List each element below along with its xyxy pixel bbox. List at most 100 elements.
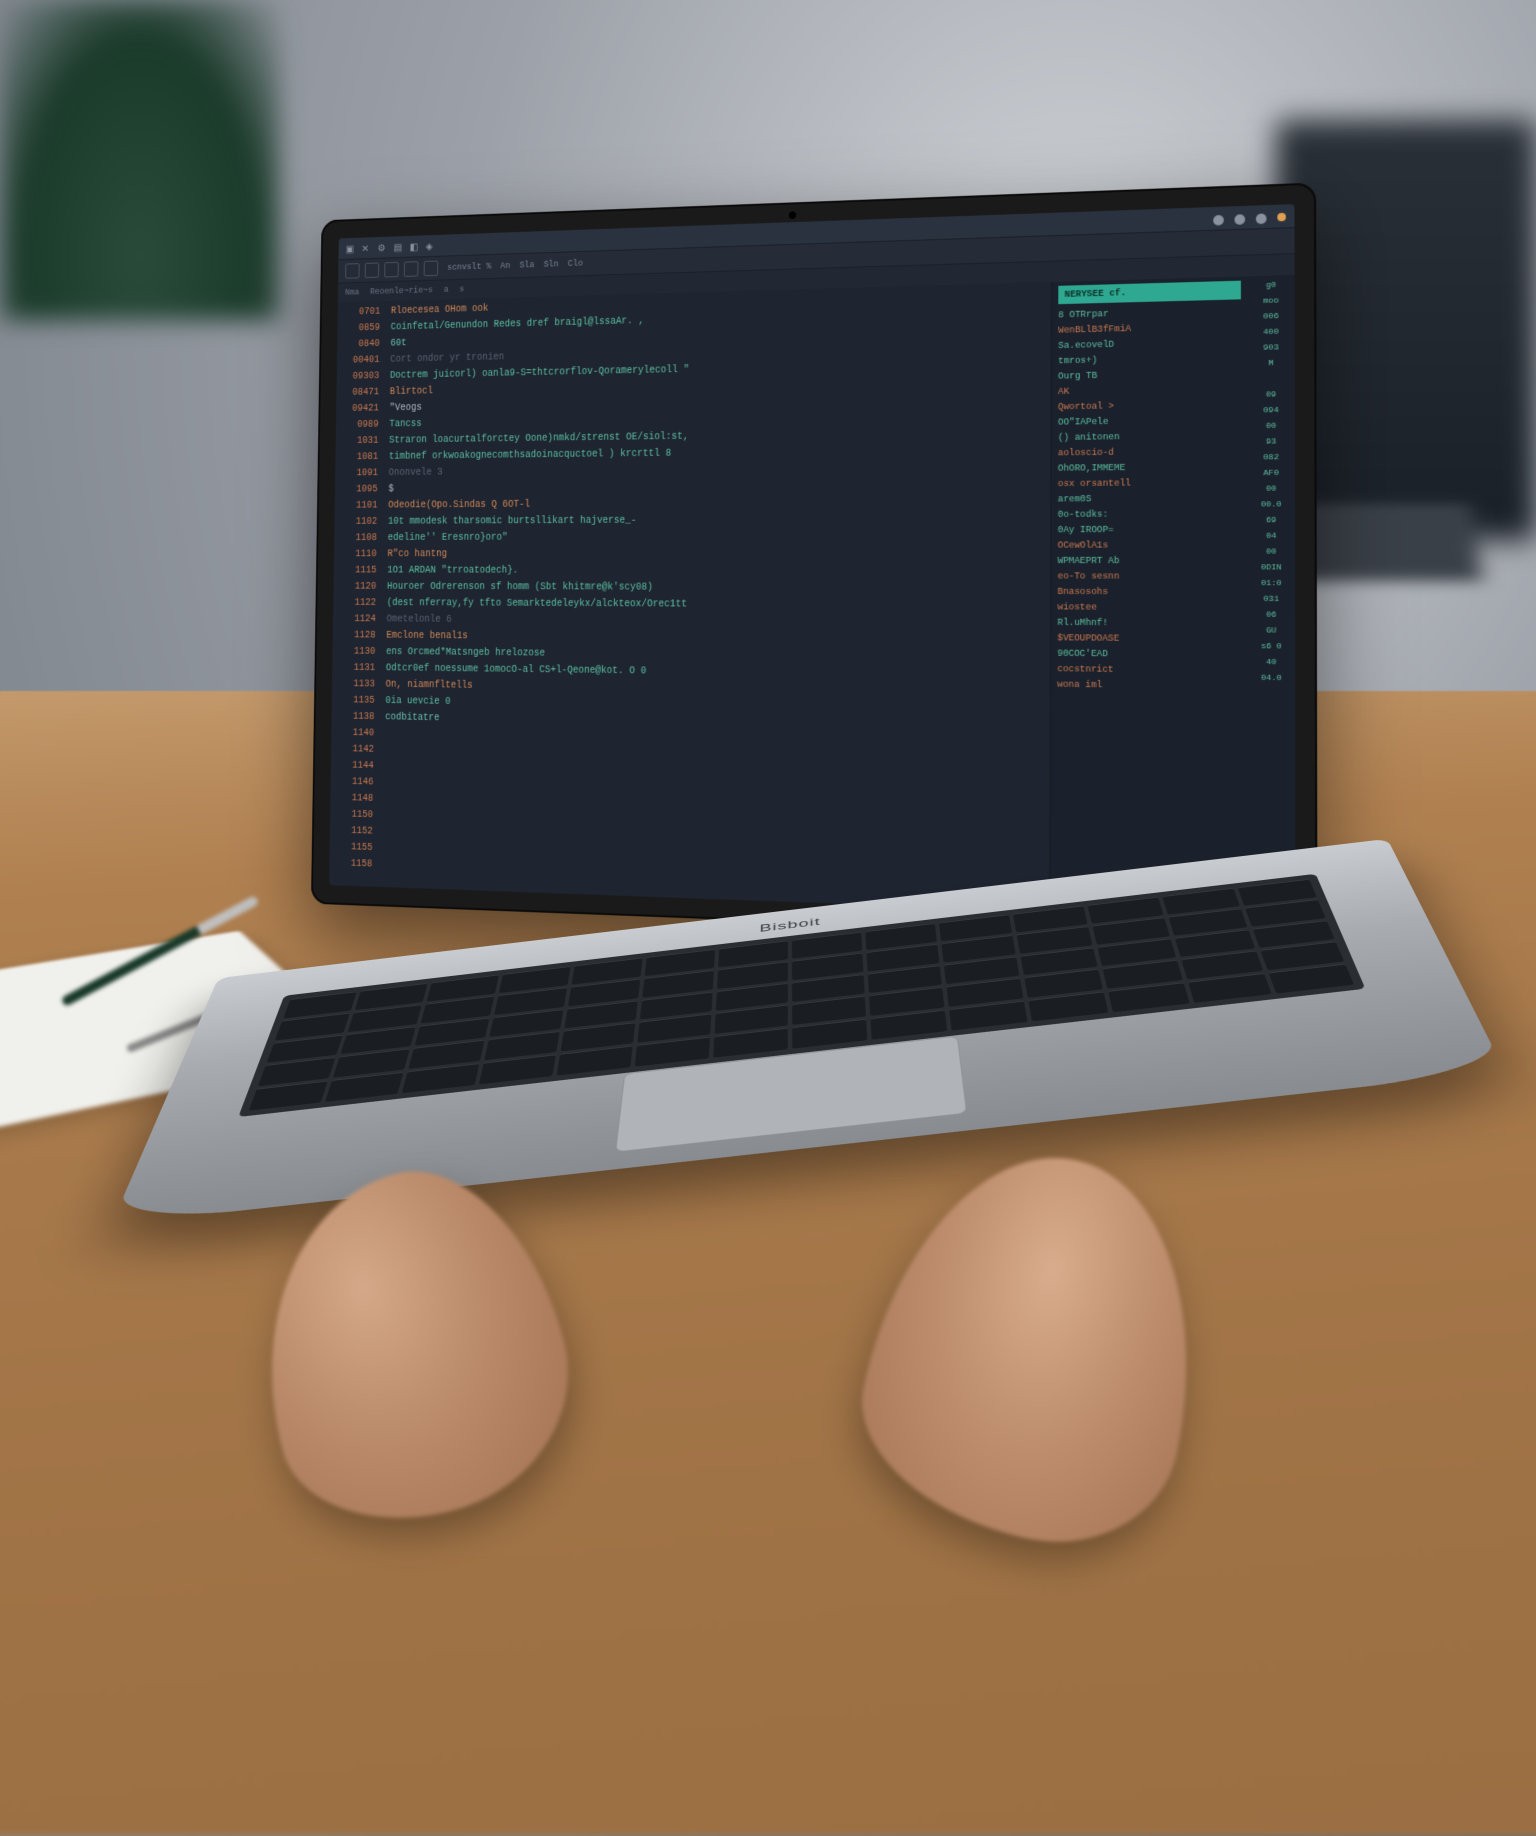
panel-line: Rl.uMhnf! bbox=[1057, 616, 1241, 633]
line-number: 1095 bbox=[338, 483, 377, 499]
titlebar-icon-group: ▣ ✕ ⚙ ▤ ◧ ◈ bbox=[346, 241, 435, 254]
wifi-icon bbox=[1256, 213, 1267, 224]
menu-item[interactable]: An bbox=[500, 259, 510, 273]
editor-window: ▣ ✕ ⚙ ▤ ◧ ◈ scnvslt % An bbox=[329, 204, 1295, 920]
panel-badge: 04.0 bbox=[1250, 672, 1293, 688]
panel-line: 0Ay IROOP= bbox=[1058, 523, 1241, 539]
line-number: 1142 bbox=[335, 742, 375, 759]
panel-line: eo-To sesnn bbox=[1058, 570, 1242, 586]
panel-badge: 094 bbox=[1250, 405, 1293, 421]
panel-main-column: NERYSEE cf. 8 OTRrparWenBLlB3fFmiASa.eco… bbox=[1050, 276, 1247, 918]
panel-line: $VEOUPDOASE bbox=[1057, 631, 1241, 648]
diamond-icon[interactable]: ◈ bbox=[426, 241, 435, 251]
line-number: 1091 bbox=[339, 467, 378, 484]
tab[interactable]: Nma bbox=[345, 286, 360, 300]
panel-badge-column: g0moo006400903M090940093082AF00000.06904… bbox=[1247, 275, 1295, 920]
panel-badge: 00 bbox=[1250, 483, 1293, 499]
line-number: 1150 bbox=[334, 807, 374, 824]
menu-item[interactable]: Sln bbox=[543, 257, 558, 271]
panel-line: aoloscio-d bbox=[1058, 444, 1241, 462]
line-number: 1115 bbox=[337, 564, 376, 580]
code-line: 10t mmodesk tharsomic burtsllikart hajve… bbox=[388, 512, 1042, 532]
panel-badge: moo bbox=[1249, 295, 1292, 312]
panel-badge: 031 bbox=[1250, 594, 1293, 610]
line-number: 1155 bbox=[333, 840, 373, 858]
panel-line: OhORO,IMMEME bbox=[1058, 460, 1241, 477]
toolbar-button[interactable] bbox=[404, 261, 419, 277]
menu-item[interactable]: Sla bbox=[519, 258, 534, 272]
line-number: 1128 bbox=[336, 629, 375, 646]
panel-badge: 00 bbox=[1250, 420, 1293, 436]
line-number: 0989 bbox=[339, 418, 378, 435]
line-number: 1120 bbox=[337, 580, 376, 596]
panel-badge: 00.0 bbox=[1250, 499, 1293, 515]
panel-badge: 006 bbox=[1249, 311, 1292, 328]
notification-dot bbox=[1277, 213, 1286, 222]
close-icon[interactable]: ✕ bbox=[362, 243, 371, 253]
line-number: 1102 bbox=[338, 515, 377, 531]
panel-badge: 0DIN bbox=[1250, 562, 1293, 578]
panel-badge: g0 bbox=[1249, 279, 1292, 296]
panel-badge: 69 bbox=[1250, 515, 1293, 531]
tab[interactable]: a bbox=[444, 283, 449, 297]
line-number: 08471 bbox=[340, 386, 379, 403]
line-number: 1131 bbox=[336, 661, 375, 678]
code-line: edeline'' Eresnro}oro" bbox=[388, 529, 1043, 547]
panel-badge: 93 bbox=[1250, 436, 1293, 452]
photo-scene: ▣ ✕ ⚙ ▤ ◧ ◈ scnvslt % An bbox=[0, 0, 1536, 1536]
line-number-gutter: 0701085908400040109303084710942109891031… bbox=[329, 301, 384, 887]
panel-badge: 06 bbox=[1250, 609, 1293, 625]
webcam bbox=[788, 210, 798, 220]
code-area[interactable]: Rloecesea OHom ookCoinfetal/Genundon Red… bbox=[376, 282, 1052, 911]
line-number: 1158 bbox=[333, 856, 373, 874]
line-number: 0701 bbox=[341, 305, 380, 322]
panel-badge: 09 bbox=[1250, 389, 1293, 405]
code-line: 1O1 ARDAN "trroatodech}. bbox=[387, 564, 1042, 582]
line-number: 1110 bbox=[337, 548, 376, 564]
panel-line: wiostee bbox=[1057, 601, 1241, 618]
panel-line: wona iml bbox=[1057, 678, 1241, 696]
gear-icon[interactable]: ⚙ bbox=[378, 242, 387, 252]
window-icon[interactable]: ▣ bbox=[346, 244, 355, 254]
panel-badge: 01:0 bbox=[1250, 578, 1293, 594]
list-icon[interactable]: ▤ bbox=[394, 242, 403, 252]
panel-line: osx orsantell bbox=[1058, 476, 1241, 493]
side-panel: NERYSEE cf. 8 OTRrparWenBLlB3fFmiASa.eco… bbox=[1049, 275, 1295, 920]
line-number: 0859 bbox=[341, 321, 380, 338]
line-number: 1031 bbox=[339, 434, 378, 451]
panel-line: 0o-todks: bbox=[1058, 507, 1241, 523]
panel-badge: 40 bbox=[1250, 657, 1293, 673]
panel-line: OCewOlA1s bbox=[1058, 538, 1241, 554]
line-number: 1101 bbox=[338, 499, 377, 515]
toolbar-label: scnvslt % bbox=[447, 260, 491, 275]
line-number: 09421 bbox=[340, 402, 379, 419]
status-icon bbox=[1213, 215, 1224, 226]
toolbar-button[interactable] bbox=[365, 263, 379, 279]
panel-line: Bnasosohs bbox=[1057, 585, 1241, 601]
menu-item[interactable]: Clo bbox=[568, 257, 583, 271]
tab[interactable]: s bbox=[459, 282, 464, 296]
panel-badge: 04 bbox=[1250, 531, 1293, 547]
split-icon[interactable]: ◧ bbox=[410, 241, 419, 251]
plant-blur bbox=[0, 0, 280, 320]
panel-badge: M bbox=[1249, 358, 1292, 374]
tab[interactable]: Reoenle~rie~s bbox=[370, 283, 433, 299]
panel-line: arem0S bbox=[1058, 491, 1241, 508]
line-number: 1122 bbox=[337, 596, 376, 612]
panel-badge: AF0 bbox=[1250, 467, 1293, 483]
panel-line: WPMAEPRT Ab bbox=[1058, 554, 1241, 570]
toolbar-button[interactable] bbox=[424, 261, 439, 277]
code-line: R"co hantng bbox=[387, 547, 1042, 564]
line-number: 1130 bbox=[336, 645, 375, 662]
panel-badge bbox=[1250, 373, 1293, 389]
line-number: 1144 bbox=[334, 759, 374, 776]
toolbar-button[interactable] bbox=[345, 263, 359, 279]
line-number: 1135 bbox=[335, 693, 374, 710]
line-number: 0840 bbox=[341, 337, 380, 354]
editor-body: 0701085908400040109303084710942109891031… bbox=[329, 275, 1295, 920]
line-number: 1133 bbox=[335, 677, 374, 694]
laptop-brand: Bisboit bbox=[759, 916, 820, 935]
line-number: 1148 bbox=[334, 791, 374, 808]
panel-badge: 00 bbox=[1250, 546, 1293, 562]
toolbar-button[interactable] bbox=[384, 262, 398, 278]
